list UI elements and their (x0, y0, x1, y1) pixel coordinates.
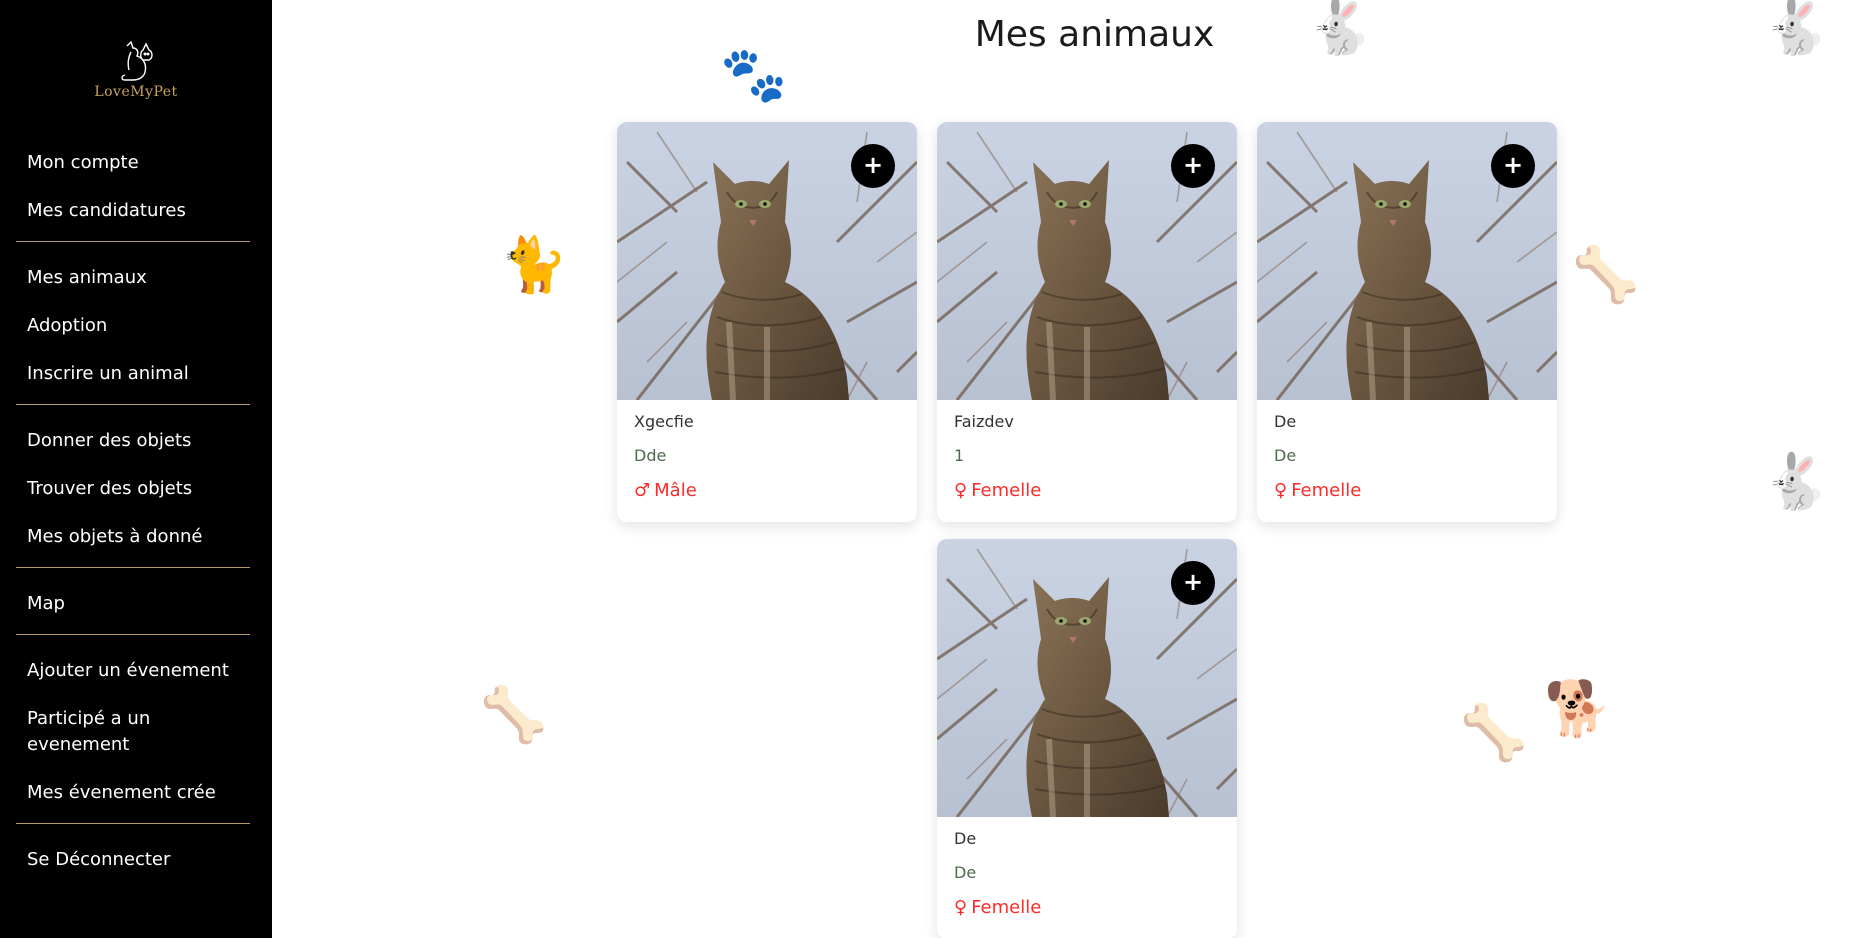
sidebar-divider (16, 404, 250, 405)
female-icon: ♀ (954, 480, 968, 501)
pet-card[interactable]: + Xgecfie Dde ♂ Mâle (617, 122, 917, 522)
sidebar-divider (16, 634, 250, 635)
sidebar-divider (16, 823, 250, 824)
sidebar-item-participe-evenement[interactable]: Participé a un evenement (0, 706, 240, 758)
app-root: LoveMyPet Mon compte Mes candidatures Me… (0, 0, 1875, 938)
pet-gender-label: Femelle (971, 480, 1042, 501)
sidebar-item-mes-candidatures[interactable]: Mes candidatures (0, 198, 272, 224)
pet-card[interactable]: + De De ♀ Femelle (1257, 122, 1557, 522)
sidebar-divider (16, 241, 250, 242)
sidebar-item-ajouter-evenement[interactable]: Ajouter un évenement (0, 658, 272, 684)
pet-name: De (954, 829, 977, 848)
bone-deco-icon: 🦴 (1572, 243, 1640, 306)
sidebar-item-mes-animaux[interactable]: Mes animaux (0, 265, 272, 291)
pet-gender-label: Femelle (1291, 480, 1362, 501)
pet-breed: De (954, 863, 977, 882)
sidebar-divider (16, 567, 250, 568)
sidebar: LoveMyPet Mon compte Mes candidatures Me… (0, 0, 272, 938)
plus-icon[interactable]: + (1491, 144, 1535, 188)
paw-deco-icon: 🐾 (720, 43, 788, 106)
pet-gender: ♀ Femelle (954, 895, 1220, 921)
pet-name: Xgecfie (634, 412, 694, 431)
logo[interactable]: LoveMyPet (84, 40, 188, 116)
pet-logo-icon (121, 40, 153, 81)
pet-name: De (1274, 412, 1297, 431)
sidebar-item-se-deconnecter[interactable]: Se Déconnecter (0, 847, 272, 873)
pet-gender-label: Femelle (971, 897, 1042, 918)
pet-card[interactable]: + De De ♀ Femelle (937, 539, 1237, 938)
pet-breed: 1 (954, 446, 965, 465)
bone-deco-icon: 🦴 (1460, 701, 1528, 764)
pet-gender: ♀ Femelle (954, 478, 1220, 504)
male-icon: ♂ (634, 480, 651, 501)
pet-gender: ♀ Femelle (1274, 478, 1540, 504)
plus-icon[interactable]: + (1171, 561, 1215, 605)
female-icon: ♀ (954, 897, 968, 918)
sidebar-item-donner-des-objets[interactable]: Donner des objets (0, 428, 272, 454)
plus-icon[interactable]: + (851, 144, 895, 188)
pet-card[interactable]: + Faizdev 1 ♀ Femelle (937, 122, 1237, 522)
pet-breed: Dde (634, 446, 667, 465)
female-icon: ♀ (1274, 480, 1288, 501)
sidebar-item-mes-objets[interactable]: Mes objets à donné (0, 524, 272, 550)
cat-deco-icon: 🐈 (500, 233, 568, 296)
pet-gender-label: Mâle (654, 480, 697, 501)
sidebar-item-trouver-des-objets[interactable]: Trouver des objets (0, 476, 272, 502)
sidebar-item-adoption[interactable]: Adoption (0, 313, 272, 339)
pet-name: Faizdev (954, 412, 1014, 431)
bone-deco-icon: 🦴 (480, 683, 548, 746)
sidebar-item-map[interactable]: Map (0, 591, 272, 617)
pet-photo: + (937, 539, 1237, 817)
page-title: Mes animaux (974, 14, 1215, 55)
logo-text: LoveMyPet (94, 84, 178, 100)
plus-icon[interactable]: + (1171, 144, 1215, 188)
main-content: 🐾 🐇 🐇 🐈 🦴 🐕 🐾 🐇 🦴 🦴 🐕 Mes animaux + Xgec… (272, 0, 1875, 938)
sidebar-item-mes-evenement-cree[interactable]: Mes évenement crée (0, 780, 272, 806)
pet-photo: + (937, 122, 1237, 400)
pet-breed: De (1274, 446, 1297, 465)
pet-photo: + (1257, 122, 1557, 400)
pet-photo: + (617, 122, 917, 400)
rabbit-deco-icon: 🐇 (1762, 450, 1830, 513)
sidebar-item-mon-compte[interactable]: Mon compte (0, 150, 272, 176)
pet-gender: ♂ Mâle (634, 478, 900, 504)
dog-deco-icon: 🐕 (1544, 677, 1612, 740)
sidebar-item-inscrire-un-animal[interactable]: Inscrire un animal (0, 361, 272, 387)
sidebar-nav: Mon compte Mes candidatures Mes animaux … (0, 142, 272, 873)
